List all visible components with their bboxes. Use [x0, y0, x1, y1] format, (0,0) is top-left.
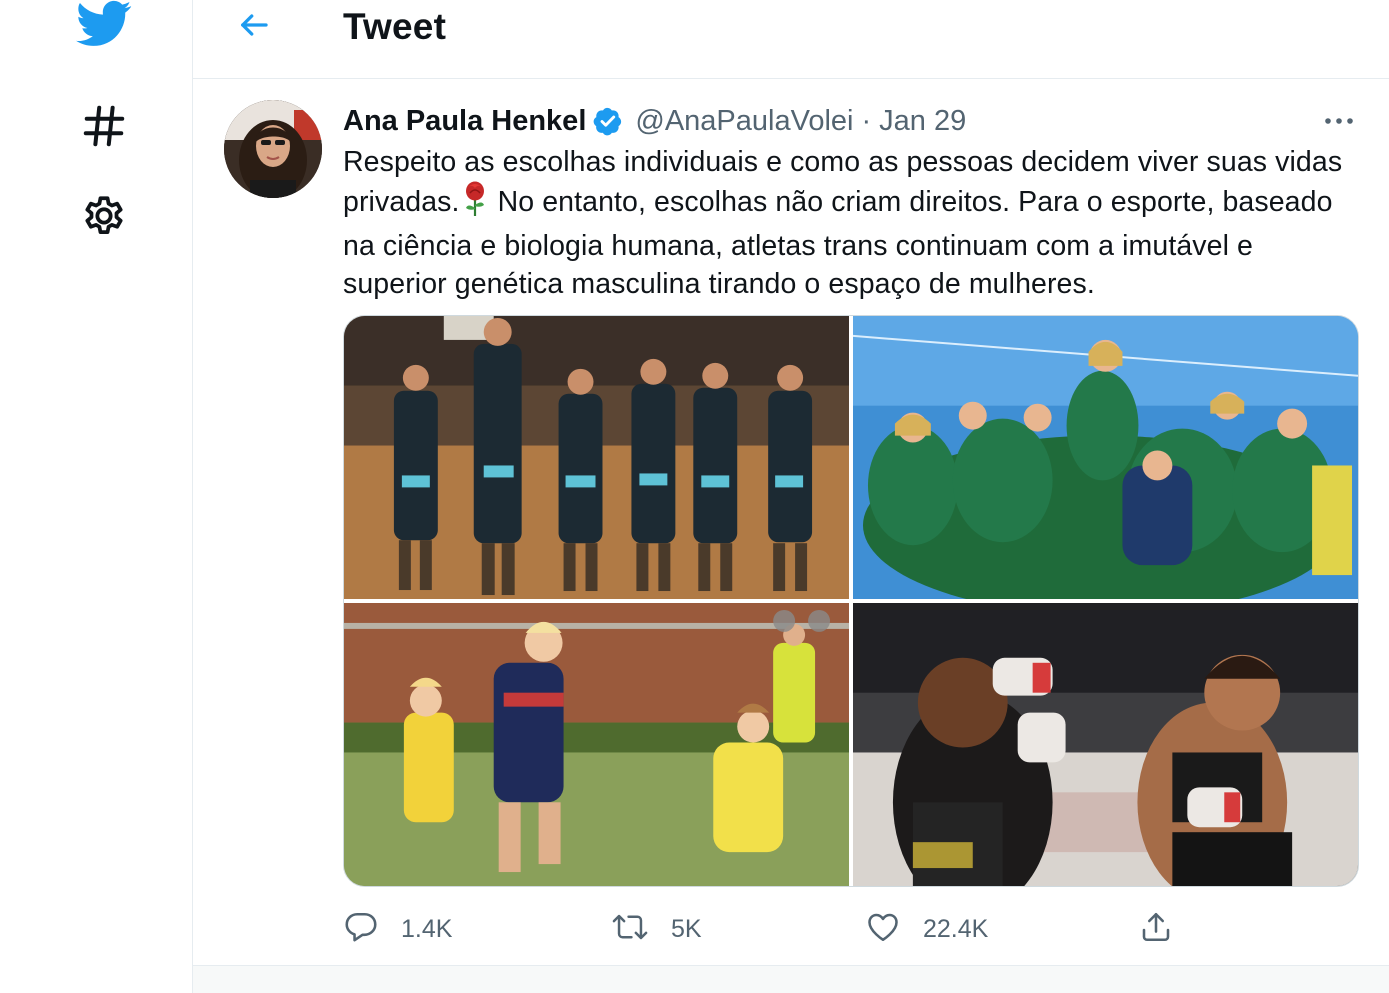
heart-icon [865, 909, 901, 950]
tweet-meta: Ana Paula Henkel @AnaPaulaVolei · Jan 29 [343, 101, 966, 141]
tweet: Ana Paula Henkel @AnaPaulaVolei · Jan 29 [193, 79, 1389, 966]
hashtag-icon [81, 103, 127, 154]
twitter-bird-icon [76, 0, 132, 53]
share-button[interactable] [1138, 905, 1174, 953]
reply-icon [343, 909, 379, 950]
retweet-button[interactable]: 5K [611, 905, 702, 953]
more-dots-icon [1323, 112, 1355, 130]
like-count: 22.4K [923, 914, 989, 943]
left-nav-rail [0, 0, 193, 993]
tweet-text-part2: No entanto, escolhas não criam direitos.… [343, 186, 1333, 300]
retweet-icon [611, 909, 649, 950]
tweet-actions: 1.4K 5K 22.4K [343, 905, 1243, 953]
share-icon [1138, 909, 1174, 950]
rose-emoji-icon [460, 181, 490, 227]
reply-count: 1.4K [401, 914, 453, 943]
photo-handball-team-celebration[interactable] [853, 316, 1358, 599]
main-column: Tweet Ana Paula Henkel @AnaPaulaVolei · … [193, 0, 1389, 993]
tweet-date[interactable]: Jan 29 [879, 105, 966, 138]
gear-icon [79, 193, 129, 248]
photo-mma-fight[interactable] [853, 603, 1358, 886]
photo-australian-football-match[interactable] [344, 603, 849, 886]
verified-badge-icon [593, 106, 623, 136]
arrow-left-icon [236, 7, 272, 48]
reply-button[interactable]: 1.4K [343, 905, 452, 953]
twitter-logo-button[interactable] [74, 0, 134, 56]
page-title: Tweet [343, 6, 447, 47]
media-grid [343, 315, 1359, 887]
settings-nav-button[interactable] [74, 190, 134, 250]
timeline-divider [193, 966, 1389, 993]
author-name[interactable]: Ana Paula Henkel [343, 105, 586, 138]
more-options-button[interactable] [1319, 103, 1359, 139]
author-handle[interactable]: @AnaPaulaVolei [635, 105, 853, 138]
back-button[interactable] [229, 2, 279, 52]
meta-separator: · [861, 104, 872, 137]
photo-basketball-team[interactable] [344, 316, 849, 599]
like-button[interactable]: 22.4K [865, 905, 988, 953]
avatar[interactable] [224, 100, 322, 198]
page-header: Tweet [193, 0, 1389, 79]
explore-nav-button[interactable] [74, 98, 134, 158]
tweet-text: Respeito as escolhas individuais e como … [343, 143, 1363, 303]
retweet-count: 5K [671, 914, 702, 943]
